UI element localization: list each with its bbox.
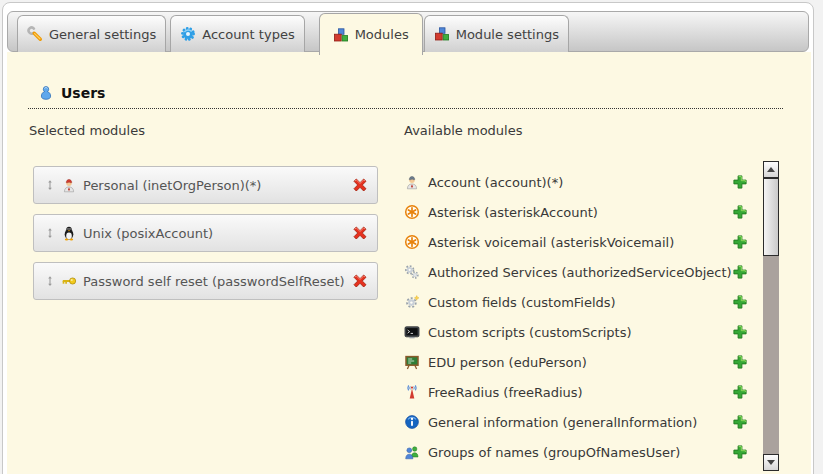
info-icon	[404, 414, 420, 430]
selected-module-label: Personal (inetOrgPerson)(*)	[83, 178, 347, 193]
tab-account-types[interactable]: Account types	[170, 15, 304, 52]
tux-penguin-icon	[61, 225, 77, 241]
available-module-row[interactable]: Authorized Services (authorizedServiceOb…	[404, 257, 748, 287]
selected-module-row[interactable]: Unix (posixAccount)	[33, 214, 378, 252]
selected-module-label: Unix (posixAccount)	[83, 226, 347, 241]
gear-sparkle-icon	[404, 294, 420, 310]
tab-label: Account types	[202, 27, 294, 42]
drag-handle-icon[interactable]	[44, 274, 56, 288]
selected-modules-list: Personal (inetOrgPerson)(*) Unix (posixAc…	[33, 166, 378, 310]
available-modules-label: Available modules	[404, 123, 522, 138]
remove-module-button[interactable]	[351, 272, 369, 290]
remove-module-button[interactable]	[351, 224, 369, 242]
available-module-label: Account (account)(*)	[428, 175, 732, 190]
available-module-label: Groups of names (groupOfNamesUser)	[428, 445, 732, 460]
available-module-label: General information (generalInformation)	[428, 415, 732, 430]
available-modules-list: Account (account)(*) Asterisk (asteriskAc…	[404, 167, 748, 467]
available-module-label: Asterisk voicemail (asteriskVoicemail)	[428, 235, 732, 250]
tab-label: General settings	[49, 27, 156, 42]
modules-cubes-icon	[434, 26, 450, 42]
up-arrow-icon	[767, 167, 775, 172]
down-arrow-icon	[767, 460, 775, 465]
tab-label: Module settings	[456, 27, 559, 42]
available-module-label: FreeRadius (freeRadius)	[428, 385, 732, 400]
add-module-button[interactable]	[732, 384, 748, 400]
add-module-button[interactable]	[732, 234, 748, 250]
key-icon	[61, 273, 77, 289]
configuration-dialog: General settings Account types Modules Modu…	[2, 2, 814, 474]
selected-modules-label: Selected modules	[29, 123, 145, 138]
modules-cubes-icon	[333, 27, 349, 43]
asterisk-icon	[404, 204, 420, 220]
selected-module-row[interactable]: Personal (inetOrgPerson)(*)	[33, 166, 378, 204]
scrollbar-thumb[interactable]	[763, 178, 779, 256]
available-module-row[interactable]: General information (generalInformation)	[404, 407, 748, 437]
account-types-gear-icon	[180, 26, 196, 42]
add-module-button[interactable]	[732, 174, 748, 190]
add-module-button[interactable]	[732, 264, 748, 280]
available-module-row[interactable]: Asterisk (asteriskAccount)	[404, 197, 748, 227]
available-module-label: Asterisk (asteriskAccount)	[428, 205, 732, 220]
available-module-row[interactable]: Groups of names (groupOfNamesUser)	[404, 437, 748, 467]
remove-module-button[interactable]	[351, 176, 369, 194]
add-module-button[interactable]	[732, 354, 748, 370]
add-module-button[interactable]	[732, 414, 748, 430]
selected-module-row[interactable]: Password self reset (passwordSelfReset)	[33, 262, 378, 300]
asterisk-icon	[404, 234, 420, 250]
available-module-row[interactable]: Account (account)(*)	[404, 167, 748, 197]
wrench-icon	[27, 26, 43, 42]
selected-module-label: Password self reset (passwordSelfReset)	[83, 274, 347, 289]
add-module-button[interactable]	[732, 294, 748, 310]
terminal-icon	[404, 324, 420, 340]
group-icon	[404, 444, 420, 460]
tab-bar: General settings Account types Modules Modu…	[7, 11, 809, 52]
tab-module-settings[interactable]: Module settings	[424, 15, 569, 52]
gears-icon	[404, 264, 420, 280]
available-module-label: EDU person (eduPerson)	[428, 355, 732, 370]
person-gray-cap-icon	[404, 174, 420, 190]
add-module-button[interactable]	[732, 204, 748, 220]
add-module-button[interactable]	[732, 444, 748, 460]
tab-label: Modules	[355, 27, 409, 42]
antenna-icon	[404, 384, 420, 400]
available-module-label: Authorized Services (authorizedServiceOb…	[428, 265, 732, 280]
modules-tab-panel: Users Selected modules Available modules…	[7, 52, 811, 474]
add-module-button[interactable]	[732, 324, 748, 340]
tab-modules[interactable]: Modules	[319, 13, 423, 55]
users-icon	[38, 85, 54, 101]
chalkboard-icon	[404, 354, 420, 370]
scrollbar[interactable]	[763, 161, 779, 471]
available-module-row[interactable]: FreeRadius (freeRadius)	[404, 377, 748, 407]
drag-handle-icon[interactable]	[44, 226, 56, 240]
available-module-row[interactable]: Asterisk voicemail (asteriskVoicemail)	[404, 227, 748, 257]
available-module-label: Custom scripts (customScripts)	[428, 325, 732, 340]
available-module-row[interactable]: Custom scripts (customScripts)	[404, 317, 748, 347]
available-module-row[interactable]: EDU person (eduPerson)	[404, 347, 748, 377]
scroll-down-button[interactable]	[763, 454, 779, 471]
available-module-label: Custom fields (customFields)	[428, 295, 732, 310]
section-title: Users	[61, 85, 105, 101]
person-red-cap-icon	[61, 177, 77, 193]
available-module-row[interactable]: Custom fields (customFields)	[404, 287, 748, 317]
scroll-up-button[interactable]	[763, 161, 779, 178]
drag-handle-icon[interactable]	[44, 178, 56, 192]
tab-general-settings[interactable]: General settings	[17, 15, 166, 52]
section-heading: Users	[28, 85, 783, 109]
